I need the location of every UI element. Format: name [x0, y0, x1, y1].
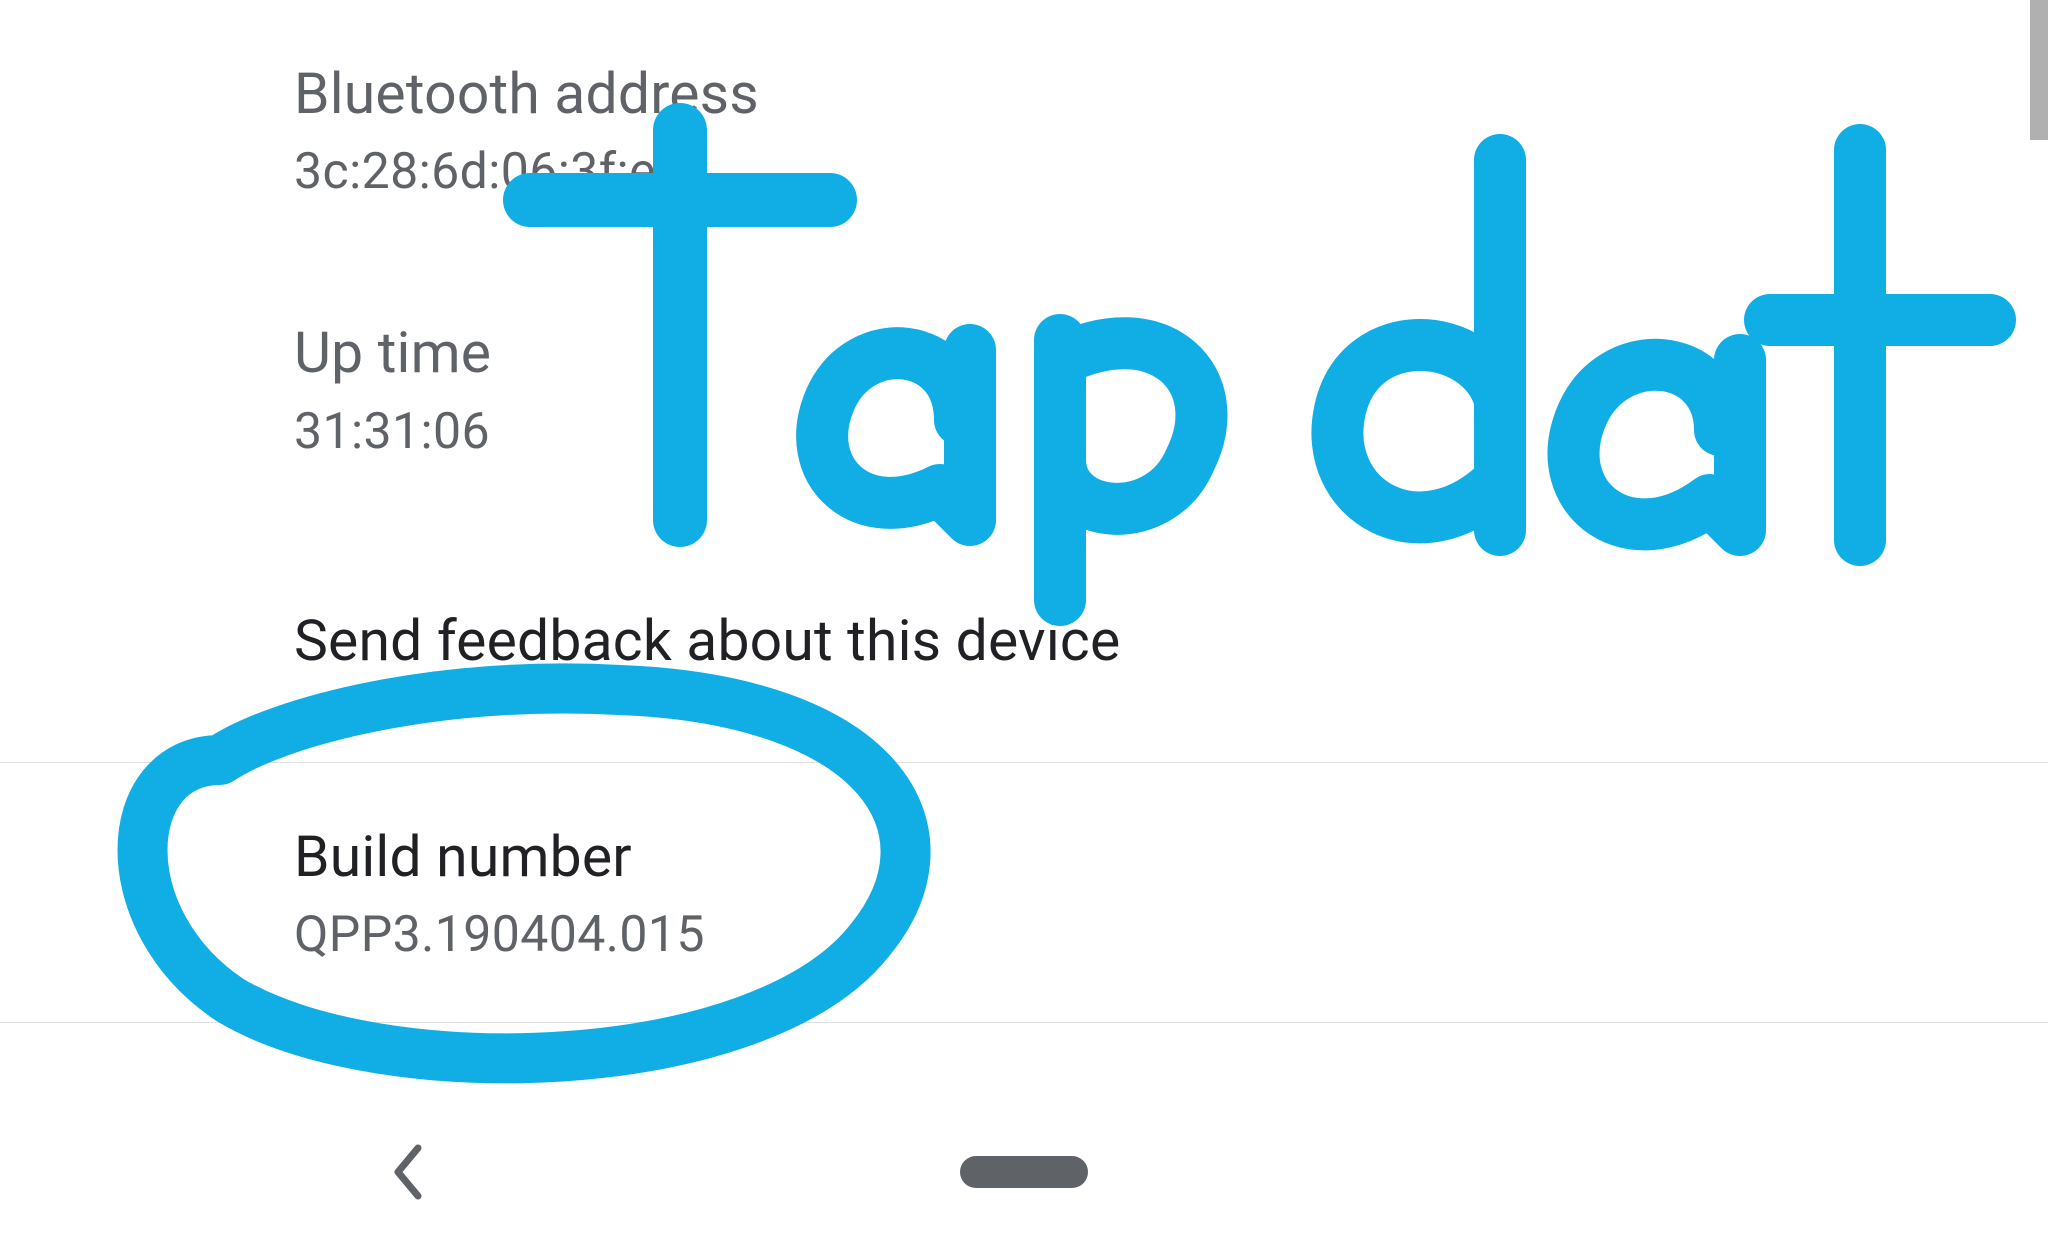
gesture-nav-bar — [0, 1105, 2048, 1239]
home-pill[interactable] — [960, 1156, 1088, 1188]
build-number-value: QPP3.190404.015 — [294, 906, 2048, 964]
build-number-label: Build number — [294, 821, 2048, 892]
bluetooth-address-value: 3c:28:6d:06:3f:e7 — [294, 143, 2048, 201]
build-number-row[interactable]: Build number QPP3.190404.015 — [0, 763, 2048, 1022]
send-feedback-row[interactable]: Send feedback about this device — [0, 519, 2048, 762]
bluetooth-address-row[interactable]: Bluetooth address 3c:28:6d:06:3f:e7 — [0, 0, 2048, 259]
send-feedback-label: Send feedback about this device — [294, 605, 2048, 676]
up-time-value: 31:31:06 — [294, 403, 2048, 461]
up-time-label: Up time — [294, 317, 2048, 388]
up-time-row[interactable]: Up time 31:31:06 — [0, 259, 2048, 518]
back-icon[interactable] — [390, 1142, 426, 1202]
bluetooth-address-label: Bluetooth address — [294, 58, 2048, 129]
about-phone-screen: Bluetooth address 3c:28:6d:06:3f:e7 Up t… — [0, 0, 2048, 1239]
divider — [0, 1022, 2048, 1023]
settings-list: Bluetooth address 3c:28:6d:06:3f:e7 Up t… — [0, 0, 2048, 1023]
scrollbar-thumb[interactable] — [2030, 0, 2048, 140]
